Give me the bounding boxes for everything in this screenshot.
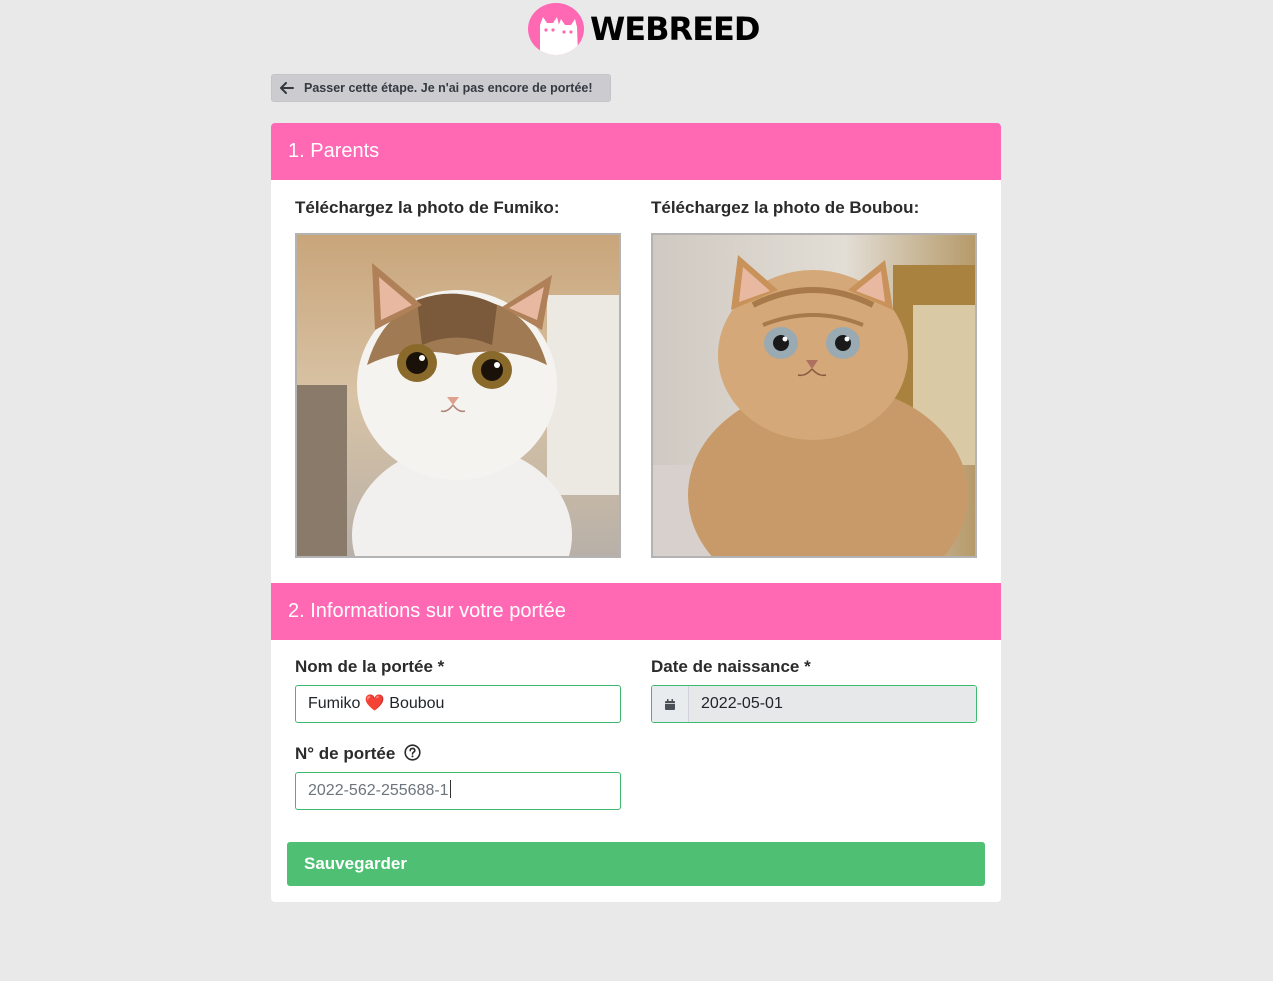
litter-number-label-row: N° de portée	[295, 744, 421, 766]
litter-name-input[interactable]: Fumiko ❤️ Boubou	[295, 685, 621, 723]
litter-name-label: Nom de la portée *	[295, 657, 445, 676]
help-circle-icon[interactable]	[404, 744, 421, 766]
birth-date-value: 2022-05-01	[689, 686, 976, 722]
heart-emoji-icon: ❤️	[364, 695, 385, 712]
cat-photo-boubou	[653, 235, 975, 556]
section-litter-header: 2. Informations sur votre portée	[271, 583, 1001, 640]
parent2-photo-upload[interactable]	[651, 233, 977, 558]
brand-logo[interactable]: WEBREED	[528, 3, 760, 55]
skip-step-button[interactable]: Passer cette étape. Je n'ai pas encore d…	[271, 74, 611, 102]
cat-photo-fumiko	[297, 235, 619, 556]
litter-name-value-part1: Fumiko	[308, 695, 365, 712]
parent2-photo-label: Téléchargez la photo de Boubou:	[651, 198, 920, 217]
litter-form-card: 1. Parents Téléchargez la photo de Fumik…	[271, 123, 1001, 902]
birth-date-field[interactable]: 2022-05-01	[651, 685, 977, 723]
section-parents-title: 1. Parents	[288, 140, 380, 162]
cats-logo-icon	[528, 3, 584, 55]
section-litter-title: 2. Informations sur votre portée	[288, 600, 566, 622]
litter-number-label: N° de portée	[295, 744, 396, 763]
birth-date-label: Date de naissance *	[651, 657, 811, 676]
litter-name-value-part2: Boubou	[384, 695, 445, 712]
calendar-icon	[652, 686, 689, 722]
skip-step-label: Passer cette étape. Je n'ai pas encore d…	[304, 81, 593, 95]
arrow-left-icon	[280, 81, 296, 95]
parent1-photo-label: Téléchargez la photo de Fumiko:	[295, 198, 560, 217]
save-button[interactable]: Sauvegarder	[287, 842, 985, 886]
litter-number-value: 2022-562-255688-1	[308, 782, 449, 799]
parent1-photo-upload[interactable]	[295, 233, 621, 558]
text-cursor	[449, 780, 451, 798]
save-button-label: Sauvegarder	[304, 854, 407, 873]
brand-name: WEBREED	[590, 10, 760, 48]
section-parents-header: 1. Parents	[271, 123, 1001, 180]
litter-number-input[interactable]: 2022-562-255688-1	[295, 772, 621, 810]
